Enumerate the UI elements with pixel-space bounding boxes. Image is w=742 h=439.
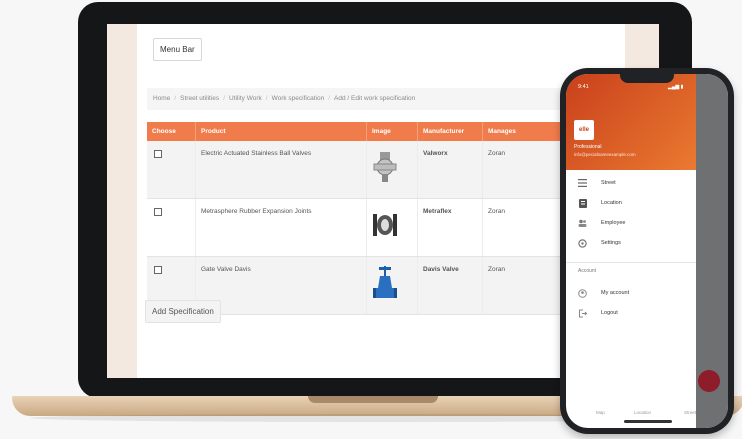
manufacturer-cell: Davis Valve: [417, 256, 483, 315]
breadcrumb-separator: /: [174, 95, 177, 102]
menu-bar-button[interactable]: Menu Bar: [153, 38, 202, 61]
breadcrumb-street-utilities[interactable]: Street utilities: [180, 95, 219, 102]
manufacturer-cell: Valworx: [417, 141, 483, 199]
laptop-notch: [308, 396, 438, 403]
table-row: Electric Actuated Stainless Ball Valves …: [147, 141, 627, 199]
table-header-row: Choose Product Image Manufacturer Manage…: [147, 122, 627, 141]
row-checkbox[interactable]: [154, 150, 162, 158]
drawer-item-label: Location: [601, 200, 622, 206]
breadcrumb: Home / Street utilities / Utility Work / Work …: [147, 88, 617, 110]
product-cell: Gate Valve Davis: [195, 256, 367, 315]
choose-cell: [147, 198, 196, 257]
web-page: Menu Bar Home / Street utilities / Utility W…: [137, 24, 627, 378]
expansion-joint-image: [373, 214, 397, 236]
bottom-nav-location[interactable]: Location: [634, 410, 651, 415]
breadcrumb-current: Add / Edit work specification: [334, 95, 416, 102]
drawer-item-settings[interactable]: Settings: [566, 234, 696, 252]
status-icons: ▂▄▆ ▮: [668, 84, 684, 90]
row-checkbox[interactable]: [154, 208, 162, 216]
drawer-item-logout[interactable]: Logout: [566, 304, 696, 322]
image-cell: [366, 198, 418, 257]
breadcrumb-separator: /: [223, 95, 225, 102]
specification-table: Choose Product Image Manufacturer Manage…: [147, 122, 627, 315]
gear-icon: [578, 238, 587, 248]
list-icon: [578, 179, 587, 188]
drawer-item-label: Street: [601, 180, 616, 186]
breadcrumb-work-specification[interactable]: Work specification: [272, 95, 325, 102]
breadcrumb-separator: /: [328, 95, 330, 102]
people-icon: [578, 219, 587, 228]
drawer-divider: [566, 262, 696, 263]
drawer-item-street[interactable]: Street: [566, 174, 696, 192]
drawer-header: 9:41 ▂▄▆ ▮ elle Professional info@pecial…: [566, 74, 696, 170]
drawer-item-my-account[interactable]: My account: [566, 284, 696, 302]
floating-action-button[interactable]: [698, 370, 720, 392]
product-cell: Electric Actuated Stainless Ball Valves: [195, 141, 367, 199]
product-cell: Metrasphere Rubber Expansion Joints: [195, 198, 367, 257]
drawer-item-label: Settings: [601, 240, 621, 246]
image-cell: [366, 141, 418, 199]
image-cell: [366, 256, 418, 315]
column-header-image: Image: [366, 122, 418, 141]
drawer-logo: elle: [574, 120, 594, 140]
drawer-user-email: info@pecialnameexample.com: [574, 152, 636, 157]
breadcrumb-utility-work[interactable]: Utility Work: [229, 95, 262, 102]
breadcrumb-home[interactable]: Home: [153, 95, 170, 102]
drawer-item-employee[interactable]: Employee: [566, 214, 696, 232]
account-section-label: Account: [578, 268, 597, 274]
add-specification-button[interactable]: Add Specification: [145, 300, 221, 323]
home-indicator: [624, 420, 672, 423]
table-row: Metrasphere Rubber Expansion Joints Metr…: [147, 198, 627, 257]
phone-screen: 9:41 ▂▄▆ ▮ elle Professional info@pecial…: [566, 74, 728, 428]
breadcrumb-separator: /: [265, 95, 268, 102]
bottom-nav-street[interactable]: Street: [684, 410, 696, 415]
drawer-item-location[interactable]: Location: [566, 194, 696, 212]
bottom-nav-map[interactable]: Map: [596, 410, 605, 415]
manufacturer-cell: Metraflex: [417, 198, 483, 257]
location-icon: [578, 198, 587, 208]
drawer-item-label: Employee: [601, 220, 626, 226]
drawer-user-name: Professional: [574, 144, 602, 150]
column-header-choose: Choose: [147, 122, 196, 141]
column-header-product: Product: [195, 122, 367, 141]
choose-cell: [147, 141, 196, 199]
drawer-item-label: My account: [601, 290, 630, 296]
phone-notch: [620, 74, 674, 83]
drawer-item-label: Logout: [601, 310, 618, 316]
row-checkbox[interactable]: [154, 266, 162, 274]
logout-icon: [578, 309, 587, 318]
ball-valve-image: [373, 152, 397, 182]
gate-valve-image: [373, 266, 397, 298]
status-time: 9:41: [578, 84, 589, 90]
column-header-manufacturer: Manufacturer: [417, 122, 483, 141]
account-icon: [578, 288, 587, 298]
